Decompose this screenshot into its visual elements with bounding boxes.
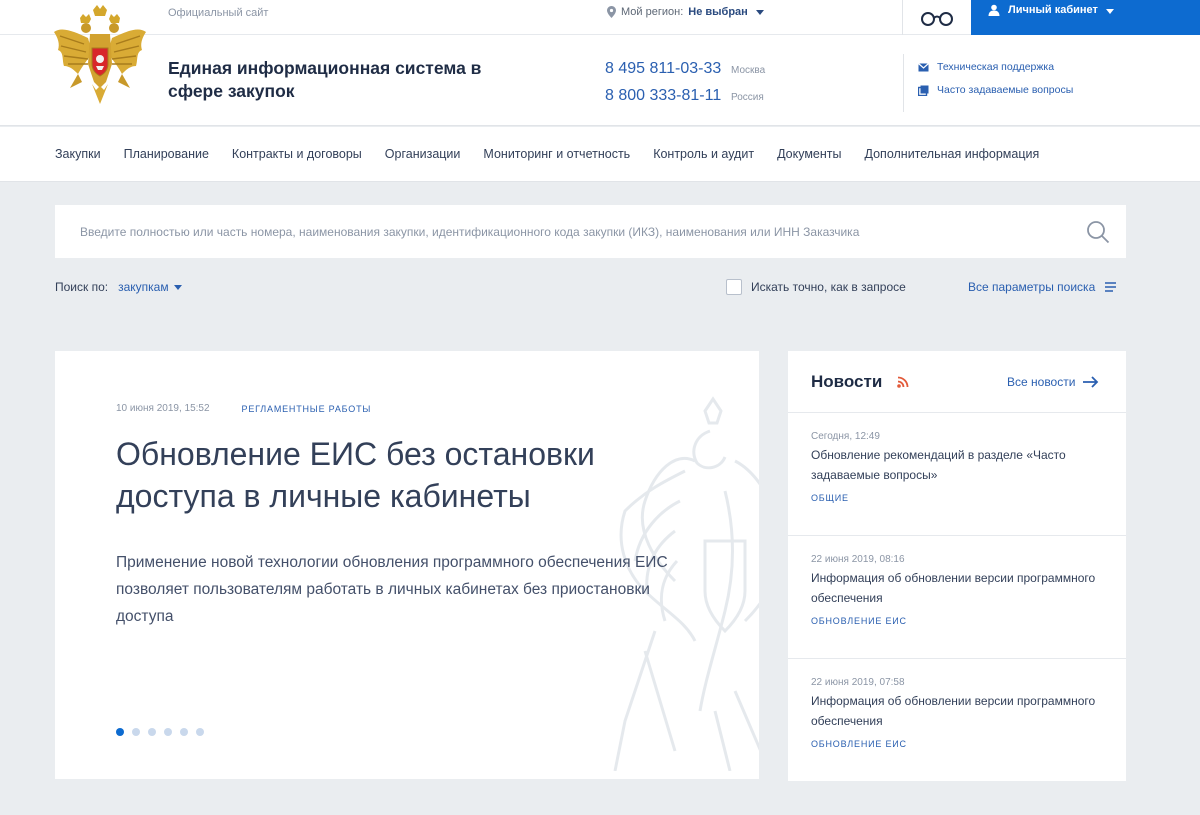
news-category[interactable]: ОБНОВЛЕНИЕ ЕИС (811, 739, 1103, 749)
user-icon (988, 4, 1000, 16)
arrow-right-icon (1083, 376, 1099, 388)
exact-search-label: Искать точно, как в запросе (751, 280, 906, 294)
exact-search-checkbox[interactable] (726, 279, 742, 295)
rss-icon[interactable] (897, 376, 909, 388)
news-carousel[interactable]: 10 июня 2019, 15:52 РЕГЛАМЕНТНЫЕ РАБОТЫ … (55, 351, 759, 779)
all-news-label: Все новости (1007, 375, 1076, 389)
support-links: Техническая поддержка Часто задаваемые в… (903, 54, 1073, 112)
news-text[interactable]: Обновление рекомендаций в разделе «Часто… (811, 446, 1103, 485)
search-scope-dropdown[interactable]: закупкам (118, 280, 182, 294)
main-nav: Закупки Планирование Контракты и договор… (0, 127, 1200, 182)
slide-category[interactable]: РЕГЛАМЕНТНЫЕ РАБОТЫ (242, 404, 372, 414)
site-title[interactable]: Единая информационная система в сфере за… (168, 57, 488, 103)
news-category[interactable]: ОБЩИЕ (811, 493, 1103, 503)
all-news-link[interactable]: Все новости (1007, 375, 1099, 389)
site-header: Официальный сайт Мой регион: Не выбран Л… (0, 0, 1200, 126)
location-pin-icon (607, 6, 616, 18)
tech-support-label: Техническая поддержка (937, 61, 1055, 73)
carousel-dots (116, 728, 204, 736)
phone-row: 8 800 333-81-11 Россия (605, 87, 765, 114)
region-value[interactable]: Не выбран (688, 6, 748, 18)
news-panel: Новости Все новости Сегодня, 12:49 Обнов… (788, 351, 1126, 781)
news-header: Новости Все новости (788, 351, 1126, 413)
nav-item-control[interactable]: Контроль и аудит (653, 147, 754, 161)
nav-item-purchases[interactable]: Закупки (55, 147, 101, 161)
phone-city: Россия (731, 92, 764, 103)
news-item[interactable]: 22 июня 2019, 08:16 Информация об обновл… (788, 536, 1126, 659)
glasses-icon (920, 11, 953, 26)
news-item[interactable]: 22 июня 2019, 07:58 Информация об обновл… (788, 659, 1126, 782)
nav-item-planning[interactable]: Планирование (124, 147, 209, 161)
search-icon (1087, 220, 1110, 243)
faq-icon (918, 85, 929, 96)
search-input[interactable] (55, 205, 1070, 258)
accessibility-toggle[interactable] (902, 0, 970, 35)
chevron-down-icon (1105, 9, 1114, 14)
news-text[interactable]: Информация об обновлении версии программ… (811, 569, 1103, 608)
nav-item-documents[interactable]: Документы (777, 147, 841, 161)
slide-title[interactable]: Обновление ЕИС без остановки доступа в л… (116, 433, 676, 517)
news-date: 22 июня 2019, 07:58 (811, 677, 905, 688)
search-scope-label: Поиск по: (55, 280, 109, 294)
phone-row: 8 495 811-03-33 Москва (605, 60, 765, 87)
all-params-label: Все параметры поиска (968, 280, 1096, 294)
slide-text: Применение новой технологии обновления п… (116, 554, 668, 625)
news-date: 22 июня 2019, 08:16 (811, 554, 905, 565)
carousel-dot[interactable] (196, 728, 204, 736)
chevron-down-icon (755, 9, 764, 15)
exact-search-option[interactable]: Искать точно, как в запросе (726, 279, 906, 295)
coat-of-arms-logo[interactable] (50, 4, 150, 108)
search-button[interactable] (1070, 205, 1126, 258)
slide-meta: 10 июня 2019, 15:52 РЕГЛАМЕНТНЫЕ РАБОТЫ (116, 403, 371, 414)
official-site-label: Официальный сайт (168, 7, 269, 19)
phone-number[interactable]: 8 800 333-81-11 (605, 87, 731, 105)
mail-icon (918, 62, 929, 71)
carousel-dot[interactable] (116, 728, 124, 736)
search-bar (55, 205, 1126, 258)
filter-list-icon (1105, 282, 1117, 292)
nav-item-additional[interactable]: Дополнительная информация (865, 147, 1040, 161)
phone-number[interactable]: 8 495 811-03-33 (605, 60, 731, 78)
news-category[interactable]: ОБНОВЛЕНИЕ ЕИС (811, 616, 1103, 626)
faq-label: Часто задаваемые вопросы (937, 84, 1074, 96)
cabinet-label: Личный кабинет (1008, 4, 1098, 16)
faq-link[interactable]: Часто задаваемые вопросы (918, 77, 1073, 100)
slide-date: 10 июня 2019, 15:52 (116, 403, 210, 414)
news-title: Новости (811, 372, 883, 391)
region-selector[interactable]: Мой регион: Не выбран (607, 5, 764, 19)
all-params-link[interactable]: Все параметры поиска (968, 280, 1117, 294)
personal-cabinet-button[interactable]: Личный кабинет (971, 0, 1200, 35)
news-item[interactable]: Сегодня, 12:49 Обновление рекомендаций в… (788, 413, 1126, 536)
tech-support-link[interactable]: Техническая поддержка (918, 54, 1073, 77)
region-label: Мой регион: (621, 6, 684, 18)
carousel-dot[interactable] (132, 728, 140, 736)
phone-list: 8 495 811-03-33 Москва 8 800 333-81-11 Р… (605, 60, 765, 114)
nav-item-organizations[interactable]: Организации (385, 147, 461, 161)
carousel-dot[interactable] (180, 728, 188, 736)
news-date: Сегодня, 12:49 (811, 431, 880, 442)
search-scope-value: закупкам (118, 280, 169, 294)
nav-item-monitoring[interactable]: Мониторинг и отчетность (483, 147, 630, 161)
search-scope: Поиск по: закупкам (55, 280, 182, 294)
nav-item-contracts[interactable]: Контракты и договоры (232, 147, 362, 161)
chevron-down-icon (173, 284, 182, 290)
carousel-dot[interactable] (148, 728, 156, 736)
carousel-dot[interactable] (164, 728, 172, 736)
phone-city: Москва (731, 65, 766, 76)
news-text[interactable]: Информация об обновлении версии программ… (811, 692, 1103, 731)
